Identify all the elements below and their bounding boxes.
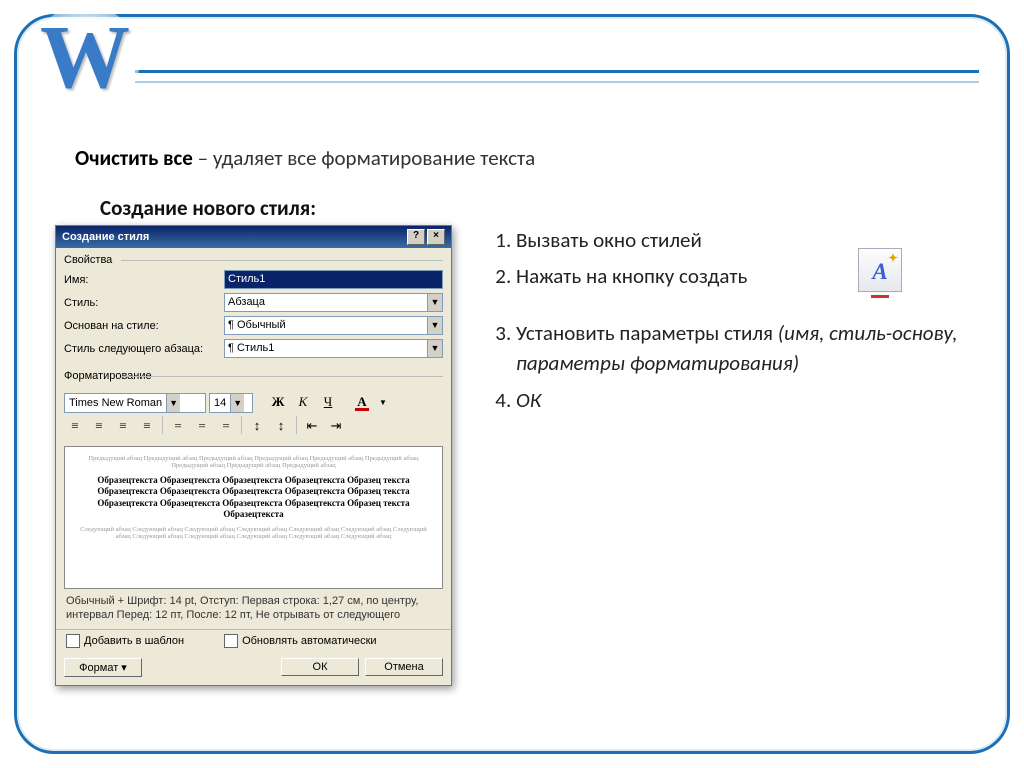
create-style-dialog: Создание стиля ? × Свойства Имя: Стиль1 … [55, 225, 452, 686]
preview-grey-top: Предыдущий абзац Предыдущий абзац Предыд… [75, 455, 432, 469]
italic-button[interactable]: К [292, 392, 314, 414]
based-on-label: Основан на стиле: [64, 320, 224, 332]
preview-grey-bot: Следующий абзац Следующий абзац Следующи… [75, 526, 432, 540]
dialog-title: Создание стиля [62, 231, 149, 243]
line-spacing-15-icon[interactable]: = [191, 416, 213, 438]
add-to-template-checkbox[interactable]: Добавить в шаблон [66, 634, 184, 648]
next-style-combo[interactable]: Стиль1▼ [224, 339, 443, 358]
chevron-down-icon[interactable]: ▼ [427, 340, 442, 357]
style-summary: Обычный + Шрифт: 14 pt, Отступ: Первая с… [56, 595, 451, 629]
next-style-label: Стиль следующего абзаца: [64, 343, 224, 355]
help-button[interactable]: ? [407, 229, 425, 245]
style-combo[interactable]: Абзаца▼ [224, 293, 443, 312]
chevron-down-icon[interactable]: ▼ [376, 392, 390, 414]
chevron-down-icon[interactable]: ▼ [166, 394, 180, 412]
intro-text: Очистить все – удаляет все форматировани… [75, 145, 535, 171]
group-formatting: Форматирование [56, 364, 451, 384]
instruction-3: Установить параметры стиля (имя, стиль-о… [516, 318, 964, 379]
new-style-icon[interactable]: ✦ A [858, 248, 902, 292]
intro-rest: – удаляет все форматирование текста [193, 145, 535, 171]
align-left-icon[interactable]: ≡ [64, 416, 86, 438]
checkbox-icon [66, 634, 80, 648]
format-button[interactable]: Формат ▾ [64, 658, 142, 677]
indent-dec-icon[interactable]: ⇤ [301, 416, 323, 438]
style-label: Стиль: [64, 297, 224, 309]
style-preview: Предыдущий абзац Предыдущий абзац Предыд… [64, 446, 443, 589]
dialog-titlebar[interactable]: Создание стиля ? × [56, 226, 451, 248]
section-title: Создание нового стиля: [100, 195, 316, 221]
group-properties: Свойства [56, 248, 451, 268]
font-size-combo[interactable]: 14▼ [209, 393, 253, 413]
name-label: Имя: [64, 274, 224, 286]
align-right-icon[interactable]: ≡ [112, 416, 134, 438]
cancel-button[interactable]: Отмена [365, 658, 443, 676]
bold-button[interactable]: Ж [267, 392, 289, 414]
space-before-inc-icon[interactable]: ↕ [246, 416, 268, 438]
intro-bold: Очистить все [75, 145, 193, 171]
word-logo: W [30, 5, 140, 115]
chevron-down-icon[interactable]: ▼ [427, 294, 442, 311]
indent-inc-icon[interactable]: ⇥ [325, 416, 347, 438]
align-justify-icon[interactable]: ≡ [136, 416, 158, 438]
ok-button[interactable]: ОК [281, 658, 359, 676]
sparkle-icon: ✦ [888, 251, 898, 266]
chevron-down-icon[interactable]: ▼ [230, 394, 244, 412]
space-before-dec-icon[interactable]: ↕ [270, 416, 292, 438]
align-center-icon[interactable]: ≡ [88, 416, 110, 438]
line-spacing-1-icon[interactable]: = [167, 416, 189, 438]
header-rule [135, 70, 979, 83]
underline-button[interactable]: Ч [317, 392, 339, 414]
chevron-down-icon[interactable]: ▼ [427, 317, 442, 334]
auto-update-checkbox[interactable]: Обновлять автоматически [224, 634, 377, 648]
instruction-4: ОК [516, 385, 964, 415]
name-input[interactable]: Стиль1 [224, 270, 443, 289]
font-name-combo[interactable]: Times New Roman▼ [64, 393, 206, 413]
logo-letter: W [40, 5, 130, 110]
based-on-combo[interactable]: Обычный▼ [224, 316, 443, 335]
font-color-button[interactable]: A [351, 392, 373, 414]
close-button[interactable]: × [427, 229, 445, 245]
preview-sample: Образецтекста Образецтекста Образецтекст… [75, 475, 432, 520]
checkbox-icon [224, 634, 238, 648]
line-spacing-2-icon[interactable]: = [215, 416, 237, 438]
